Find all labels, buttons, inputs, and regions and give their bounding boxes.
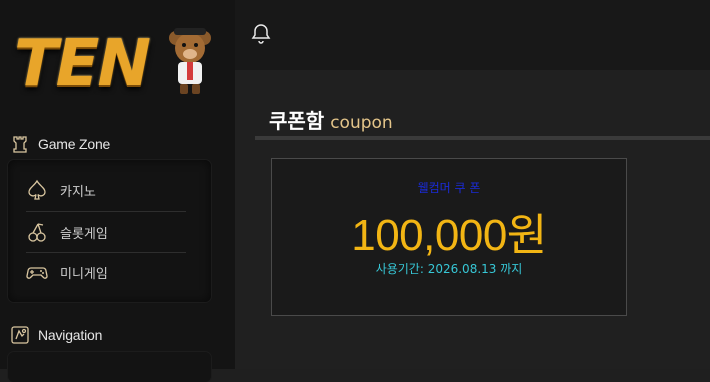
navigation-heading: Navigation — [10, 325, 102, 345]
topbar — [235, 0, 710, 70]
game-zone-label: Game Zone — [38, 136, 111, 152]
navigation-icon — [11, 326, 29, 344]
gamepad-icon — [26, 267, 48, 279]
main-content: 쿠폰함 coupon 웰컴머 쿠 폰 100,000원 사용기간: 2026.08… — [235, 70, 710, 369]
navigation-label: Navigation — [38, 327, 103, 343]
brand-logo[interactable]: TEN — [14, 24, 211, 104]
sidebar-item-minigame[interactable]: 미니게임 — [26, 252, 187, 292]
bear-mascot-icon — [169, 28, 211, 94]
spade-icon — [28, 179, 46, 200]
chess-rook-icon — [13, 136, 27, 153]
title-divider — [255, 136, 710, 140]
coupon-amount: 100,000원 — [351, 211, 547, 260]
sidebar-item-label: 슬롯게임 — [60, 226, 108, 242]
coupon-card[interactable]: 웰컴머 쿠 폰 100,000원 사용기간: 2026.08.13 까지 — [271, 158, 627, 316]
sidebar-item-label: 미니게임 — [60, 266, 108, 282]
sidebar-item-slot[interactable]: 슬롯게임 — [26, 212, 187, 252]
bell-icon[interactable] — [249, 22, 273, 46]
page-title: 쿠폰함 coupon — [269, 105, 393, 134]
page-title-text: 쿠폰함 — [269, 109, 325, 133]
logo-text: TEN — [14, 27, 151, 101]
coupon-period: 사용기간: 2026.08.13 까지 — [375, 262, 523, 276]
game-zone-heading: Game Zone — [10, 134, 110, 154]
sidebar: TEN Game Zone 카지노 슬롯게임 미니게임 Navigation — [0, 0, 235, 382]
sidebar-item-label: 카지노 — [60, 184, 96, 200]
navigation-menu — [8, 352, 211, 382]
coupon-name: 웰컴머 쿠 폰 — [417, 181, 481, 195]
page-subtitle: coupon — [330, 113, 393, 133]
sidebar-item-casino[interactable]: 카지노 — [26, 170, 187, 210]
cherry-icon — [28, 223, 46, 242]
